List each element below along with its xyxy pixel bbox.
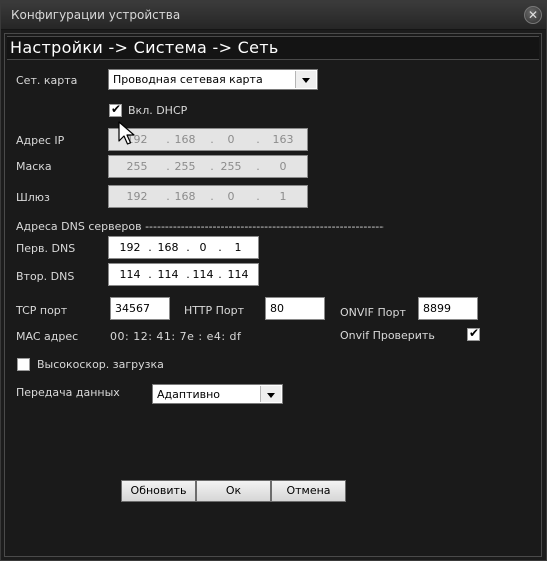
net-card-value: Проводная сетевая карта: [113, 73, 263, 86]
cancel-button[interactable]: Отмена: [271, 480, 346, 502]
chevron-down-icon[interactable]: [295, 71, 316, 88]
gateway-dot: .: [256, 190, 260, 203]
ip-field[interactable]: 192 . 168 . 0 . 163: [108, 128, 308, 151]
high-speed-label: Высокоскор. загрузка: [37, 358, 164, 371]
mac-label: MAC адрес: [16, 330, 79, 343]
dns-section-label: Адреса DNS серверов --------------------…: [16, 220, 384, 233]
net-card-select[interactable]: Проводная сетевая карта: [108, 69, 318, 90]
mac-value: 00: 12: 41: 7e : e4: df: [110, 330, 242, 343]
window-titlebar: Конфигурации устройства ✕: [1, 1, 546, 30]
dns2-octet-3[interactable]: 114: [185, 268, 221, 281]
gateway-label: Шлюз: [16, 191, 50, 204]
dns1-octet-2[interactable]: 168: [150, 241, 186, 254]
chevron-down-icon[interactable]: [260, 386, 281, 402]
refresh-button[interactable]: Обновить: [121, 480, 196, 502]
dns1-label: Перв. DNS: [16, 242, 76, 255]
ip-octet-2[interactable]: 168: [167, 133, 203, 146]
tcp-port-value: 34567: [115, 302, 150, 315]
mask-octet-3[interactable]: 255: [213, 160, 249, 173]
ip-octet-4[interactable]: 163: [265, 133, 301, 146]
transfer-value: Адаптивно: [157, 388, 221, 401]
window-client-area: [4, 33, 542, 557]
ip-dot: .: [256, 133, 260, 146]
transfer-select[interactable]: Адаптивно: [152, 384, 283, 404]
gateway-octet-2[interactable]: 168: [167, 190, 203, 203]
net-card-label: Сет. карта: [16, 74, 78, 87]
onvif-check-checkbox[interactable]: ✔: [467, 326, 480, 341]
ip-octet-3[interactable]: 0: [213, 133, 249, 146]
gateway-octet-4[interactable]: 1: [265, 190, 301, 203]
onvif-port-input[interactable]: 8899: [418, 297, 478, 320]
page-title: Настройки -> Система -> Сеть: [10, 38, 279, 57]
dns1-octet-4[interactable]: 1: [220, 241, 256, 254]
window-title: Конфигурации устройства: [11, 8, 181, 22]
dns1-octet-3[interactable]: 0: [185, 241, 221, 254]
onvif-port-label: ONVIF Порт: [340, 306, 406, 319]
dns2-octet-4[interactable]: 114: [220, 268, 256, 281]
mouse-pointer-icon: [118, 121, 135, 145]
dns2-label: Втор. DNS: [16, 270, 75, 283]
dns1-field[interactable]: 192 . 168 . 0 . 1: [108, 236, 259, 259]
checkmark-icon: ✔: [111, 102, 122, 116]
gateway-octet-3[interactable]: 0: [213, 190, 249, 203]
dns2-field[interactable]: 114 . 114 . 114 . 114: [108, 263, 259, 286]
close-icon[interactable]: ✕: [524, 6, 542, 24]
mask-octet-1[interactable]: 255: [119, 160, 155, 173]
tcp-port-input[interactable]: 34567: [110, 297, 170, 320]
onvif-check-label: Onvif Проверить: [340, 329, 435, 342]
http-port-input[interactable]: 80: [265, 297, 325, 320]
gateway-octet-1[interactable]: 192: [119, 190, 155, 203]
mask-dot: .: [256, 160, 260, 173]
mask-octet-4[interactable]: 0: [265, 160, 301, 173]
ok-button[interactable]: Ок: [196, 480, 271, 502]
http-port-value: 80: [270, 302, 284, 315]
onvif-port-value: 8899: [423, 302, 451, 315]
mask-field[interactable]: 255 . 255 . 255 . 0: [108, 155, 308, 178]
high-speed-checkbox[interactable]: [17, 358, 30, 371]
dhcp-checkbox[interactable]: ✔: [109, 102, 122, 117]
transfer-label: Передача данных: [16, 386, 120, 399]
tcp-port-label: TCP порт: [16, 304, 68, 317]
http-port-label: HTTP Порт: [184, 304, 245, 317]
mask-label: Маска: [16, 160, 52, 173]
checkmark-icon: ✔: [469, 326, 480, 340]
dhcp-label: Вкл. DHCP: [128, 104, 188, 117]
gateway-field[interactable]: 192 . 168 . 0 . 1: [108, 185, 308, 208]
dns2-octet-1[interactable]: 114: [112, 268, 148, 281]
mask-octet-2[interactable]: 255: [167, 160, 203, 173]
dns1-octet-1[interactable]: 192: [112, 241, 148, 254]
ip-label: Адрес IP: [16, 134, 65, 147]
dns2-octet-2[interactable]: 114: [150, 268, 186, 281]
